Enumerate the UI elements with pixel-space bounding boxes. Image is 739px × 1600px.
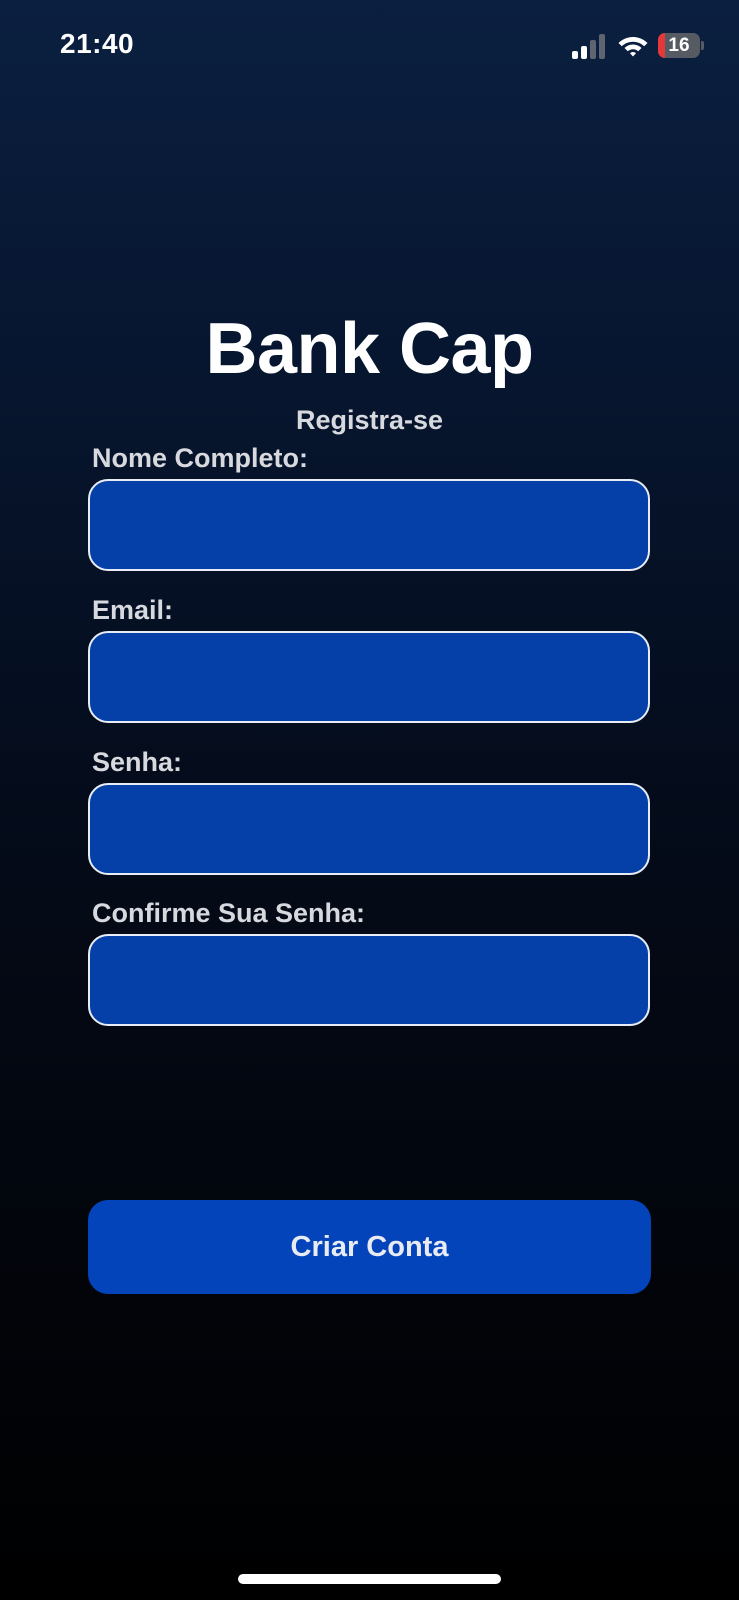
signal-bar [599,34,605,59]
confirm-password-label: Confirme Sua Senha: [92,898,366,928]
status-time: 21:40 [60,28,135,59]
status-bar: 21:40 16 [0,0,739,95]
page-subtitle: Registra-se [295,405,444,435]
full-name-input[interactable] [88,479,650,571]
battery-level: 16 [668,35,690,56]
battery-icon: 16 [658,33,704,58]
confirm-password-input[interactable] [88,934,650,1026]
create-account-button[interactable]: Criar Conta [88,1200,651,1294]
email-input[interactable] [88,631,650,723]
wifi-icon [618,37,648,57]
password-label: Senha: [92,747,183,777]
signal-bar [590,40,596,59]
email-label: Email: [92,595,174,625]
battery-body: 16 [658,33,700,58]
full-name-label: Nome Completo: [92,443,308,473]
app-title: Bank Cap [205,309,534,389]
battery-cap [701,41,704,50]
signal-icon [572,33,606,59]
password-input[interactable] [88,783,650,875]
signal-bar [572,51,578,59]
home-indicator[interactable] [238,1574,501,1584]
signal-bar [581,46,587,59]
